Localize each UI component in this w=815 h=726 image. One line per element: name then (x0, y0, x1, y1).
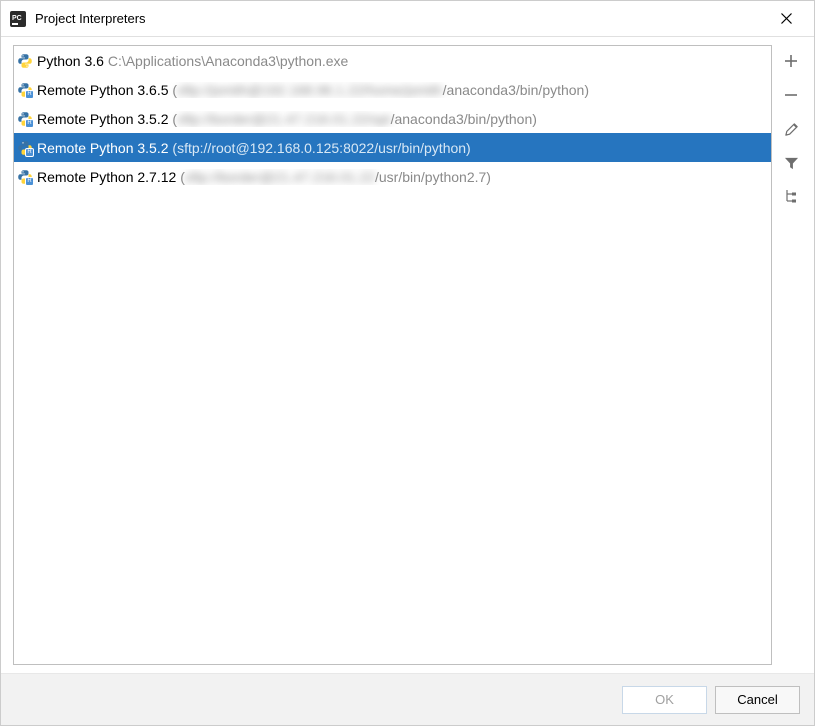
interpreter-name: Python 3.6 (37, 53, 108, 69)
remote-badge-icon: R (25, 148, 34, 157)
close-button[interactable] (766, 4, 806, 34)
interpreter-path-suffix: /anaconda3/bin/python) (391, 111, 537, 127)
interpreter-text: Remote Python 2.7.12 (sftp://border@21.4… (37, 169, 491, 185)
interpreter-text: Remote Python 3.5.2 (sftp://border@21.47… (37, 111, 537, 127)
interpreter-name: Remote Python 2.7.12 (37, 169, 180, 185)
interpreter-text: Remote Python 3.5.2 (sftp://root@192.168… (37, 140, 471, 156)
footer: OK Cancel (1, 673, 814, 725)
edit-button[interactable] (779, 117, 803, 141)
remote-badge-icon: R (25, 119, 34, 128)
interpreter-path-blurred: sftp://border@21.47.216.01.22/opt (177, 111, 390, 127)
interpreter-path-blurred: sftp://border@21.47.216.01.22 (185, 169, 375, 185)
remote-badge-icon: R (25, 90, 34, 99)
interpreter-text: Python 3.6 C:\Applications\Anaconda3\pyt… (37, 53, 348, 69)
filter-button[interactable] (779, 151, 803, 175)
interpreter-item[interactable]: RRemote Python 3.5.2 (sftp://root@192.16… (14, 133, 771, 162)
add-button[interactable] (779, 49, 803, 73)
ok-button[interactable]: OK (622, 686, 707, 714)
interpreter-path-suffix: /usr/bin/python2.7) (375, 169, 491, 185)
interpreter-name: Remote Python 3.5.2 (37, 140, 172, 156)
python-icon: R (17, 169, 33, 185)
interpreter-item[interactable]: RRemote Python 3.6.5 (sftp://jsmith@192.… (14, 75, 771, 104)
interpreter-item[interactable]: RRemote Python 2.7.12 (sftp://border@21.… (14, 162, 771, 191)
content-area: Python 3.6 C:\Applications\Anaconda3\pyt… (1, 37, 814, 673)
cancel-button[interactable]: Cancel (715, 686, 800, 714)
toolbar (778, 45, 804, 665)
python-icon: R (17, 140, 33, 156)
interpreter-path: (sftp://root@192.168.0.125:8022/usr/bin/… (172, 140, 470, 156)
titlebar: PC Project Interpreters (1, 1, 814, 37)
remote-badge-icon: R (25, 177, 34, 186)
svg-text:PC: PC (12, 15, 22, 22)
interpreter-path: C:\Applications\Anaconda3\python.exe (108, 53, 349, 69)
python-icon (17, 53, 33, 69)
interpreter-name: Remote Python 3.5.2 (37, 111, 172, 127)
interpreter-path-suffix: /anaconda3/bin/python) (443, 82, 589, 98)
python-icon: R (17, 111, 33, 127)
interpreter-item[interactable]: Python 3.6 C:\Applications\Anaconda3\pyt… (14, 46, 771, 75)
interpreter-item[interactable]: RRemote Python 3.5.2 (sftp://border@21.4… (14, 104, 771, 133)
show-paths-button[interactable] (779, 185, 803, 209)
interpreter-name: Remote Python 3.6.5 (37, 82, 172, 98)
pycharm-icon: PC (9, 10, 27, 28)
window-title: Project Interpreters (35, 11, 766, 26)
remove-button[interactable] (779, 83, 803, 107)
python-icon: R (17, 82, 33, 98)
interpreter-path-blurred: sftp://jsmith@192.168.96.1.22/home/jsmit… (177, 82, 443, 98)
interpreter-text: Remote Python 3.6.5 (sftp://jsmith@192.1… (37, 82, 589, 98)
interpreter-list[interactable]: Python 3.6 C:\Applications\Anaconda3\pyt… (13, 45, 772, 665)
